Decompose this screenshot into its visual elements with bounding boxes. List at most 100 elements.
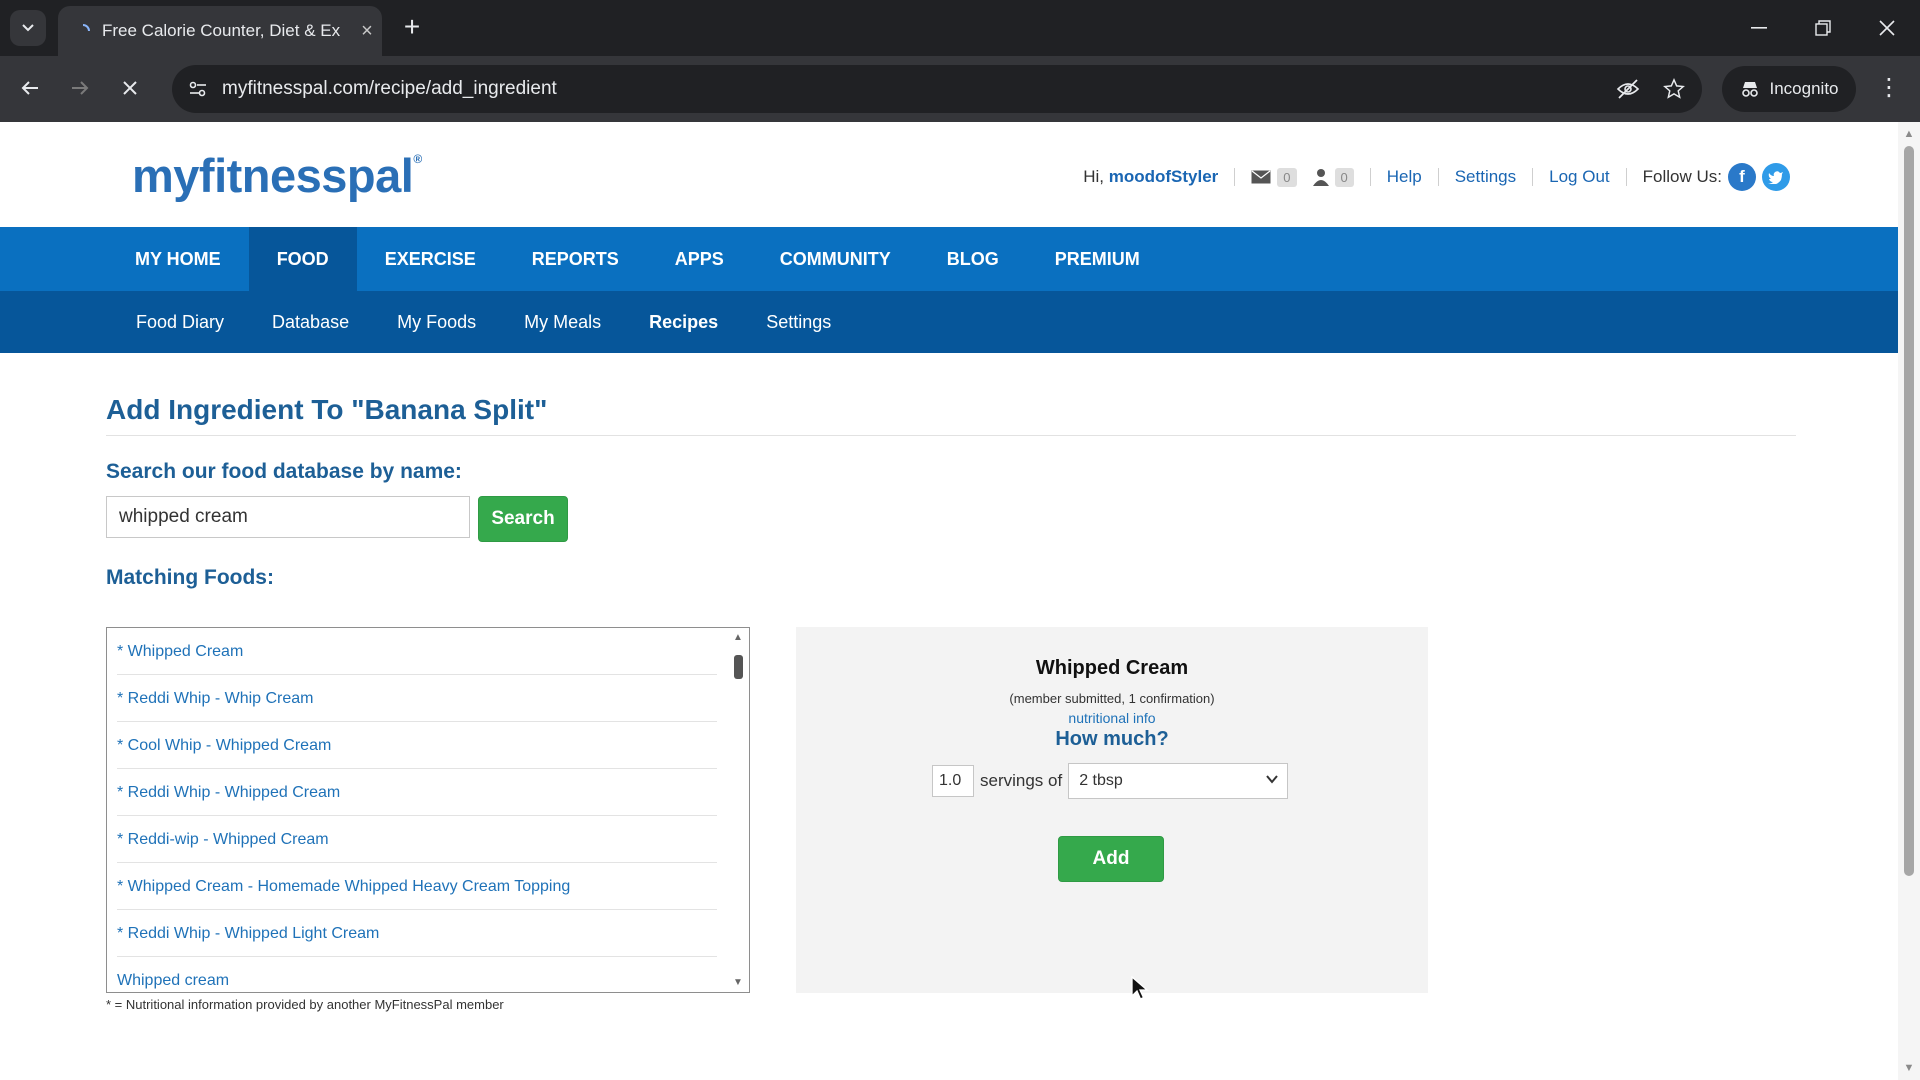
settings-link[interactable]: Settings (1455, 167, 1516, 187)
page-scrollbar[interactable]: ▲ ▼ (1898, 122, 1920, 1080)
site-logo[interactable]: myfitnesspal® (132, 148, 422, 203)
main-navigation: MY HOME FOOD EXERCISE REPORTS APPS COMMU… (0, 227, 1898, 291)
servings-row: servings of 2 tbsp (932, 763, 1289, 799)
tab-title: Free Calorie Counter, Diet & Ex (102, 21, 341, 40)
add-ingredient-button[interactable]: Add (1058, 836, 1164, 882)
nav-apps[interactable]: APPS (647, 227, 752, 291)
food-result-item[interactable]: * Whipped Cream (117, 628, 717, 675)
stop-loading-button[interactable] (112, 70, 148, 106)
forward-button[interactable] (62, 70, 98, 106)
food-result-item[interactable]: * Reddi Whip - Whipped Cream (117, 769, 717, 816)
minimize-icon (1751, 27, 1767, 29)
incognito-icon (1741, 82, 1758, 97)
list-scroll-thumb[interactable] (734, 655, 743, 679)
messages-count-badge: 0 (1277, 167, 1297, 187)
restore-icon (1815, 20, 1831, 36)
servings-of-label: servings of (980, 771, 1063, 790)
twitter-icon[interactable] (1762, 163, 1790, 191)
new-tab-button[interactable]: + (396, 12, 428, 44)
nav-my-home[interactable]: MY HOME (107, 227, 249, 291)
nav-food[interactable]: FOOD (248, 227, 357, 291)
scroll-up-icon[interactable]: ▲ (732, 632, 744, 643)
food-result-item[interactable]: * Reddi-wip - Whipped Cream (117, 816, 717, 863)
browser-toolbar: myfitnesspal.com/recipe/add_ingredient I… (0, 56, 1920, 122)
nutritional-info-link: nutritional info (796, 710, 1428, 726)
chevron-down-icon (22, 24, 34, 32)
food-search-input[interactable] (106, 496, 470, 538)
bookmark-star-icon[interactable] (1656, 71, 1692, 107)
friends-link[interactable]: 0 (1312, 167, 1354, 187)
scroll-up-icon[interactable]: ▲ (1902, 128, 1916, 140)
food-result-item[interactable]: * Reddi Whip - Whipped Light Cream (117, 910, 717, 957)
title-divider (106, 435, 1796, 436)
help-link[interactable]: Help (1387, 167, 1422, 187)
matching-foods-list[interactable]: * Whipped Cream * Reddi Whip - Whip Crea… (106, 627, 750, 993)
divider (1234, 168, 1236, 186)
nav-reports[interactable]: REPORTS (504, 227, 647, 291)
address-bar[interactable]: myfitnesspal.com/recipe/add_ingredient (172, 65, 1702, 113)
serving-unit-value: 2 tbsp (1079, 772, 1123, 789)
divider (1532, 168, 1534, 186)
divider (1369, 168, 1371, 186)
food-result-item[interactable]: * Whipped Cream - Homemade Whipped Heavy… (117, 863, 717, 910)
nav-premium[interactable]: PREMIUM (1027, 227, 1168, 291)
tab-close-icon[interactable]: × (352, 20, 382, 43)
scroll-down-icon[interactable]: ▼ (732, 977, 744, 988)
page-title: Add Ingredient To "Banana Split" (106, 394, 548, 425)
messages-link[interactable]: 0 (1251, 167, 1297, 187)
follow-us-label: Follow Us: (1642, 167, 1722, 186)
tab-search-button[interactable] (10, 10, 46, 46)
nav-community[interactable]: COMMUNITY (752, 227, 919, 291)
url-text: myfitnesspal.com/recipe/add_ingredient (222, 78, 557, 99)
subnav-database[interactable]: Database (248, 312, 373, 333)
restore-button[interactable] (1800, 10, 1846, 46)
close-icon (1879, 20, 1895, 36)
nav-blog[interactable]: BLOG (919, 227, 1027, 291)
loading-favicon-icon (74, 22, 92, 40)
close-window-button[interactable] (1864, 10, 1910, 46)
search-button[interactable]: Search (478, 496, 568, 542)
browser-tab[interactable]: Free Calorie Counter, Diet & Ex × (58, 6, 382, 56)
food-sub-navigation: Food Diary Database My Foods My Meals Re… (0, 291, 1898, 353)
servings-quantity-input[interactable] (932, 765, 974, 797)
page-scroll-thumb[interactable] (1904, 146, 1914, 876)
incognito-indicator[interactable]: Incognito (1722, 66, 1856, 112)
divider (1437, 168, 1439, 186)
subnav-settings[interactable]: Settings (742, 312, 855, 333)
matching-foods-label: Matching Foods: (106, 566, 274, 589)
friends-count-badge: 0 (1334, 167, 1354, 187)
minimize-button[interactable] (1736, 10, 1782, 46)
selected-food-name: Whipped Cream (1035, 657, 1189, 679)
facebook-icon[interactable]: f (1728, 163, 1756, 191)
nav-exercise[interactable]: EXERCISE (357, 227, 504, 291)
subnav-food-diary[interactable]: Food Diary (112, 312, 248, 333)
serving-unit-select[interactable]: 2 tbsp (1068, 763, 1289, 799)
divider (1625, 168, 1627, 186)
footnote: * = Nutritional information provided by … (106, 997, 504, 1012)
eye-off-icon[interactable] (1610, 71, 1646, 107)
logout-link[interactable]: Log Out (1549, 167, 1610, 187)
envelope-icon (1251, 170, 1271, 184)
username-link[interactable]: moodofStyler (1109, 167, 1219, 186)
back-button[interactable] (12, 70, 48, 106)
greeting-text: Hi, (1083, 167, 1104, 186)
scroll-down-icon[interactable]: ▼ (1902, 1062, 1916, 1074)
list-scrollbar[interactable]: ▲ ▼ (727, 628, 749, 992)
mouse-cursor-icon (1131, 976, 1149, 1000)
logo-text: myfitnesspal (132, 149, 414, 202)
site-settings-icon[interactable] (186, 80, 210, 98)
incognito-label: Incognito (1769, 79, 1839, 98)
food-result-item[interactable]: * Reddi Whip - Whip Cream (117, 675, 717, 722)
nutritional-info-link-text[interactable]: nutritional info (1068, 710, 1155, 726)
subnav-my-foods[interactable]: My Foods (373, 312, 500, 333)
close-icon (123, 81, 137, 95)
arrow-right-icon (72, 81, 89, 95)
browser-menu-icon[interactable]: ⋮ (1874, 70, 1904, 106)
arrow-left-icon (21, 81, 38, 95)
food-source-meta: (member submitted, 1 confirmation) (1009, 691, 1215, 706)
subnav-recipes[interactable]: Recipes (625, 312, 742, 333)
user-icon (1312, 169, 1329, 186)
food-result-item[interactable]: Whipped cream (117, 957, 717, 992)
food-result-item[interactable]: * Cool Whip - Whipped Cream (117, 722, 717, 769)
subnav-my-meals[interactable]: My Meals (500, 312, 625, 333)
